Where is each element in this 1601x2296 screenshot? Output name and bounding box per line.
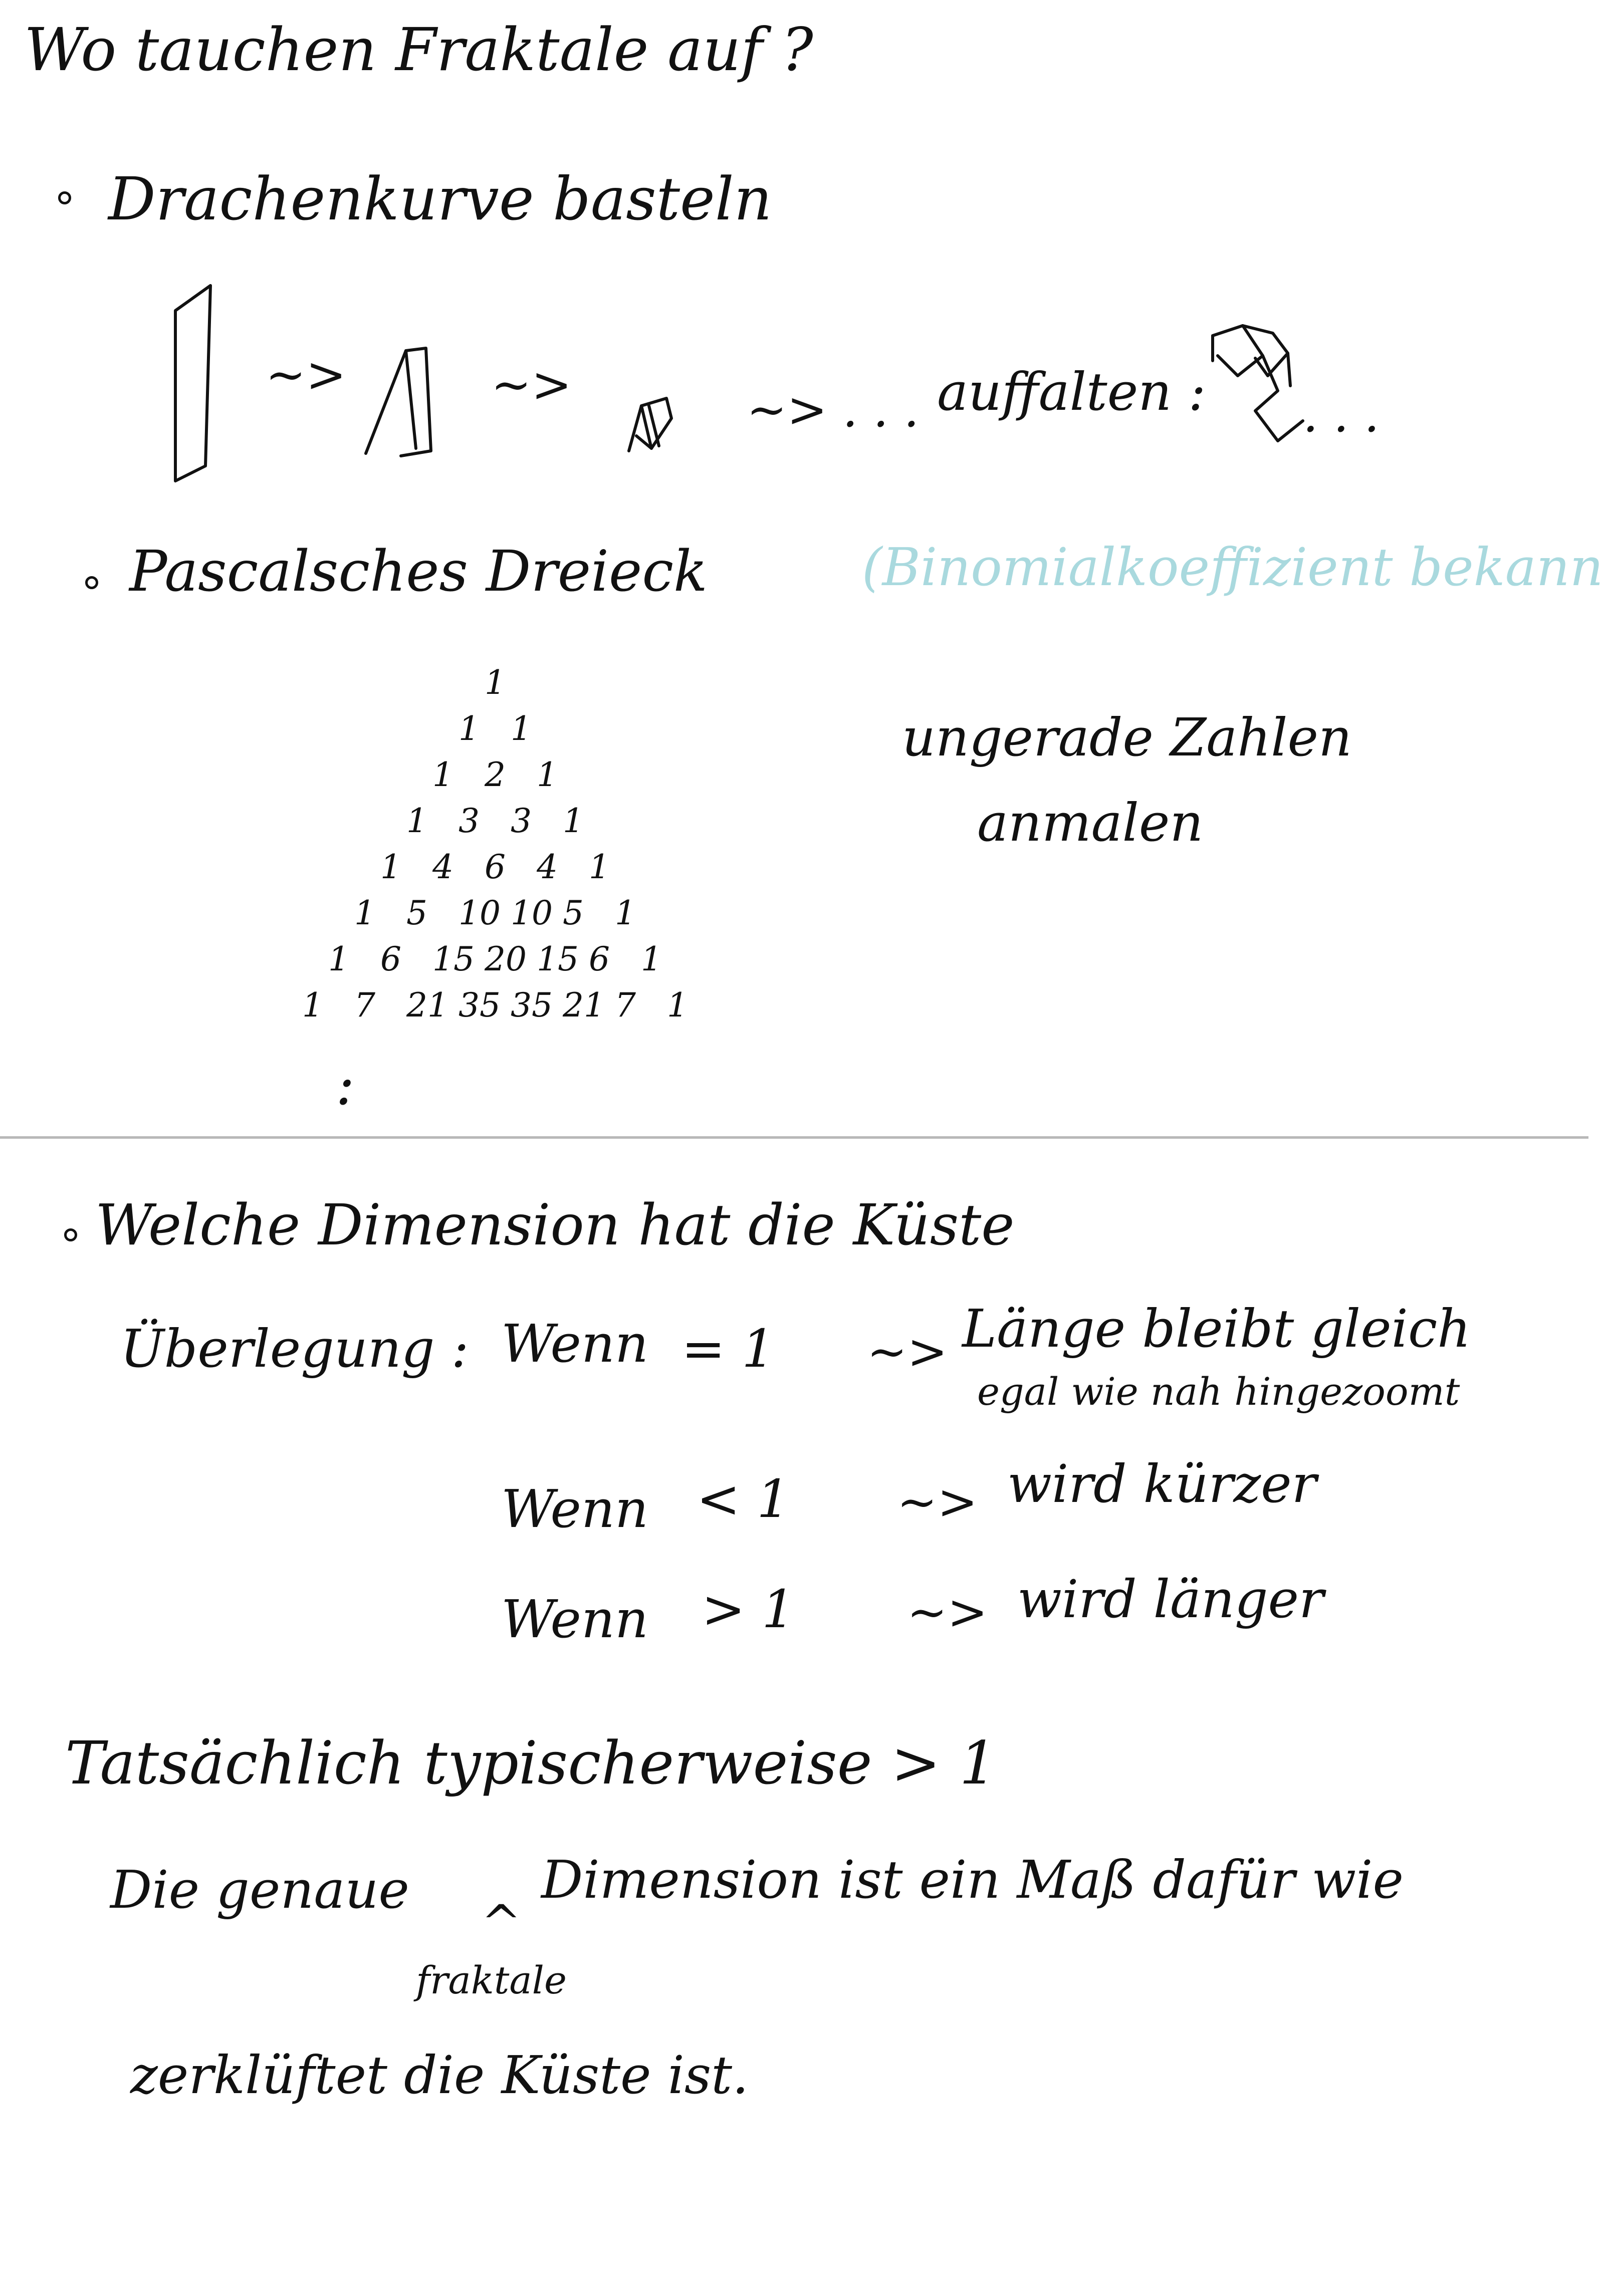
unfold-label: auffalten :: [937, 361, 1206, 422]
pascal-heading: Pascalsches Dreieck: [129, 539, 708, 604]
binomial-note: (Binomialkoeffizient bekannt?): [862, 537, 1601, 598]
dimension-heading: Welche Dimension hat die Küste: [95, 1193, 1015, 1258]
pascal-cell: 1: [459, 709, 480, 748]
pascal-cell: 1: [328, 940, 349, 978]
dragon-ellipsis: . . .: [1303, 387, 1380, 443]
pascal-cell: 1: [537, 755, 558, 794]
pascal-cell: 7: [615, 986, 636, 1025]
pascal-cell: 21: [563, 986, 605, 1025]
case-equal-arrow: ~>: [867, 1324, 948, 1380]
pascal-cell: 1: [641, 940, 662, 978]
pascal-cell: 20: [485, 940, 527, 978]
conclusion-line-2a: Die genaue: [110, 1859, 409, 1920]
pascal-cell: 1: [563, 802, 584, 840]
pascal-cell: 1: [589, 848, 610, 886]
pascal-cell: 1: [406, 802, 427, 840]
bullet-dimension: [64, 1228, 77, 1241]
arrow-1: ~>: [266, 347, 346, 403]
folded-strip-step1-sketch: [174, 284, 212, 482]
pascal-cell: 3: [511, 802, 532, 840]
case-equal-subnote: egal wie nah hingezoomt: [977, 1369, 1460, 1414]
pascal-cell: 15: [537, 940, 579, 978]
bullet-dragon-curve: [58, 191, 71, 204]
case-greater-operator: > 1: [702, 1579, 795, 1640]
folded-strip-step2-sketch: [364, 347, 432, 457]
pascal-cell: 15: [432, 940, 475, 978]
odd-numbers-instruction-2: anmalen: [977, 792, 1204, 853]
pascal-cell: 2: [485, 755, 506, 794]
arrow-3: ~> . . .: [747, 382, 919, 438]
pascal-triangle: 1 1 1 1 2 1 1 3 3 1 1 4 6 4 1 1 5 10 10 5 1 1 6 15 20 15 6 1 1 7 21 35 3…: [0, 0, 1601, 2296]
consideration-label: Überlegung :: [120, 1318, 469, 1379]
case-less-arrow: ~>: [897, 1474, 978, 1530]
pascal-cell: 3: [459, 802, 480, 840]
folded-strip-step3-sketch: [627, 397, 673, 452]
section-divider: [0, 1136, 1588, 1139]
case-equal-operator: = 1: [681, 1318, 775, 1379]
pascal-cell: 6: [485, 848, 506, 886]
insertion-caret: ^: [481, 1895, 522, 1951]
pascal-cell: 1: [302, 986, 323, 1025]
case-greater-result: wird länger: [1017, 1569, 1324, 1630]
pascal-cell: 6: [589, 940, 610, 978]
pascal-cell: 5: [406, 894, 427, 932]
pascal-cell: 1: [380, 848, 401, 886]
pascal-cell: 6: [380, 940, 401, 978]
case-equal-condition: Wenn: [501, 1313, 648, 1374]
conclusion-line-1: Tatsächlich typischerweise > 1: [65, 1728, 997, 1798]
pascal-cell: 5: [563, 894, 584, 932]
pascal-cell: 35: [459, 986, 501, 1025]
pascal-cell: 1: [667, 986, 688, 1025]
case-greater-arrow: ~>: [907, 1584, 988, 1640]
case-less-condition: Wenn: [501, 1478, 648, 1540]
pascal-cell: 35: [511, 986, 553, 1025]
pascal-cell: 1: [354, 894, 375, 932]
conclusion-line-2b: Dimension ist ein Maß dafür wie: [541, 1849, 1404, 1910]
case-less-operator: < 1: [697, 1468, 790, 1529]
pascal-cell: 21: [406, 986, 448, 1025]
pascal-cell: 10: [459, 894, 501, 932]
pascal-cell: 4: [432, 848, 453, 886]
dragon-curve-heading: Drachenkurve basteln: [108, 164, 772, 233]
pascal-cell: 7: [354, 986, 375, 1025]
insertion-word-fraktale: fraktale: [416, 1958, 567, 2002]
odd-numbers-instruction-1: ungerade Zahlen: [902, 707, 1352, 768]
page-title: Wo tauchen Fraktale auf ?: [24, 15, 813, 84]
case-equal-result: Länge bleibt gleich: [962, 1298, 1471, 1359]
bullet-pascal: [85, 576, 98, 589]
arrow-2: ~>: [491, 357, 572, 413]
conclusion-line-3: zerklüftet die Küste ist.: [130, 2045, 749, 2106]
pascal-cell: 10: [511, 894, 553, 932]
pascal-continuation: :: [336, 1053, 355, 1118]
case-greater-condition: Wenn: [501, 1589, 648, 1650]
case-less-result: wird kürzer: [1007, 1453, 1317, 1514]
pascal-cell: 1: [511, 709, 532, 748]
pascal-cell: 1: [485, 663, 506, 702]
pascal-cell: 4: [537, 848, 558, 886]
pascal-cell: 1: [615, 894, 636, 932]
pascal-cell: 1: [432, 755, 453, 794]
